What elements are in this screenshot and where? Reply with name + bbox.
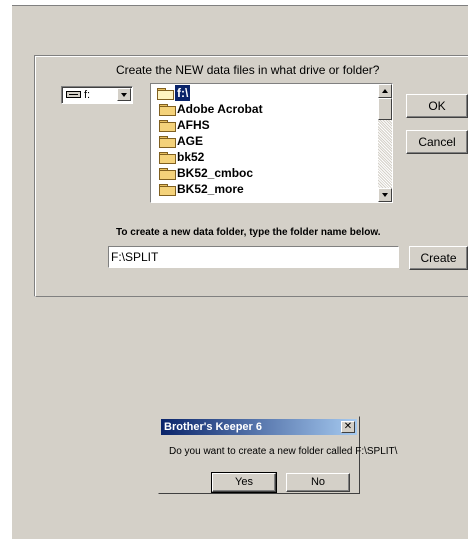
close-icon[interactable]: ✕ xyxy=(341,421,355,433)
folder-item[interactable]: AGE xyxy=(153,133,378,149)
drive-select-value: f: xyxy=(84,89,91,101)
folder-name-input[interactable] xyxy=(108,246,399,268)
chevron-up-icon xyxy=(382,89,388,93)
drive-icon xyxy=(66,91,81,98)
scroll-down-button[interactable] xyxy=(378,188,392,202)
folder-item[interactable]: bk52 xyxy=(153,149,378,165)
ok-button[interactable]: OK xyxy=(406,94,468,118)
drive-select[interactable]: f: xyxy=(61,86,133,104)
folder-item-root[interactable]: f:\ xyxy=(153,85,378,101)
folder-list-scrollbar[interactable] xyxy=(378,84,392,202)
folder-item-label: f:\ xyxy=(175,85,191,101)
folder-list[interactable]: f:\ Adobe Acrobat AFHS AGE bk52 BK52_cmb… xyxy=(150,83,393,203)
folder-item[interactable]: BK52_more xyxy=(153,181,378,197)
folder-item-label: AFHS xyxy=(177,118,210,132)
chevron-down-icon xyxy=(121,93,127,97)
confirm-dialog-title: Brother's Keeper 6 xyxy=(164,421,262,433)
scroll-thumb[interactable] xyxy=(378,98,392,120)
yes-button[interactable]: Yes xyxy=(211,472,277,493)
folder-icon xyxy=(159,104,176,116)
folder-icon xyxy=(159,152,176,164)
folder-item-label: Adobe Acrobat xyxy=(177,102,263,116)
folder-item[interactable]: Adobe Acrobat xyxy=(153,101,378,117)
confirm-dialog-message: Do you want to create a new folder calle… xyxy=(169,446,398,457)
folder-item-label: BK52_cmboc xyxy=(177,166,254,180)
folder-item[interactable]: BK52_cmboc xyxy=(153,165,378,181)
folder-item[interactable]: AFHS xyxy=(153,117,378,133)
confirm-dialog-titlebar: Brother's Keeper 6 ✕ xyxy=(161,419,357,435)
folder-item-label: AGE xyxy=(177,134,204,148)
open-folder-icon xyxy=(157,88,174,100)
folder-icon xyxy=(159,120,176,132)
folder-icon xyxy=(159,168,176,180)
folder-item-label: BK52_more xyxy=(177,182,244,196)
cancel-button[interactable]: Cancel xyxy=(406,130,468,154)
confirm-dialog: Brother's Keeper 6 ✕ Do you want to crea… xyxy=(158,416,397,494)
folder-icon xyxy=(159,136,176,148)
scroll-up-button[interactable] xyxy=(378,84,392,98)
folder-item-label: bk52 xyxy=(177,150,205,164)
top-divider xyxy=(12,5,468,6)
folder-icon xyxy=(159,184,176,196)
chevron-down-icon xyxy=(382,193,388,197)
prompt-label: Create the NEW data files in what drive … xyxy=(116,63,380,77)
create-button[interactable]: Create xyxy=(409,246,468,270)
drive-dropdown-button[interactable] xyxy=(117,88,131,101)
new-folder-hint: To create a new data folder, type the fo… xyxy=(116,227,381,238)
no-button[interactable]: No xyxy=(286,473,350,492)
